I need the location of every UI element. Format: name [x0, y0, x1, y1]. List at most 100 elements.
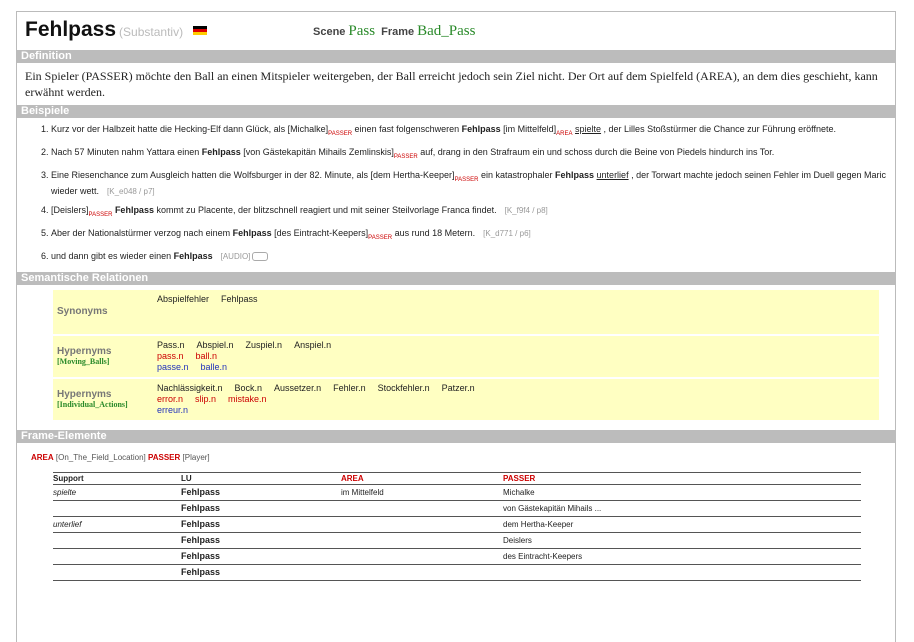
relation-term[interactable]: slip.n [195, 394, 216, 404]
fe-legend: AREA [On_The_Field_Location] PASSER [Pla… [17, 443, 895, 472]
table-cell [341, 532, 503, 549]
fe-span: [des Eintracht-Keepers] [271, 228, 369, 239]
relation-term[interactable]: error.n [157, 394, 183, 404]
relation-term[interactable]: mistake.n [228, 394, 267, 404]
relation-label-text: Hypernyms [57, 346, 112, 358]
relation-frame[interactable]: [Moving_Balls] [57, 357, 157, 366]
table-cell: spielte [53, 484, 181, 501]
relation-values: Nachlässigkeit.n Bock.n Aussetzer.n Fehler.… [157, 379, 487, 420]
relation-term[interactable]: Stockfehler.n [378, 383, 430, 393]
example-text: kommt zu Placente, der blitzschnell reag… [153, 205, 497, 216]
table-cell [503, 564, 861, 581]
table-body: spielte Fehlpass im Mittelfeld Michalke Fehl… [53, 484, 861, 581]
table-cell: Fehlpass [181, 548, 341, 565]
fe-tag: PASSER [393, 153, 418, 160]
relation-term[interactable]: Abspielfehler [157, 294, 209, 304]
example-text: Nach 57 Minuten nahm Yattara einen [51, 146, 202, 157]
table-cell: dem Hertha-Keeper [503, 516, 861, 533]
example-text: auf, drang in den Strafraum ein und scho… [417, 146, 775, 157]
frame-link[interactable]: Bad_Pass [417, 23, 475, 39]
fe-table: Support LU AREA PASSER spielte Fehlpass im Mi… [53, 471, 861, 581]
target-word: Fehlpass [232, 228, 272, 239]
fe-span: [im Mittelfeld] [503, 124, 557, 134]
example-item: Aber der Nationalstürmer verzog nach ein… [51, 227, 889, 244]
relation-term[interactable]: Fehler.n [333, 383, 366, 393]
table-row: unterlief Fehlpass dem Hertha-Keeper [53, 516, 861, 533]
section-relations: Semantische Relationen [17, 271, 895, 285]
relation-values-de: Pass.n Abspiel.n Zuspiel.n Anspiel.n [157, 340, 343, 351]
fe-name: PASSER [147, 452, 181, 462]
example-text: einen fast folgenschweren [352, 124, 462, 134]
table-cell: Deislers [503, 532, 861, 549]
table-cell: des Eintracht-Keepers [503, 548, 861, 565]
relation-term[interactable]: pass.n [157, 351, 184, 361]
relation-term[interactable]: Aussetzer.n [274, 383, 321, 393]
relation-label: Hypernyms [Individual_Actions] [53, 379, 157, 420]
lu-pos: (Substantiv) [119, 25, 184, 39]
support-verb: spielte [575, 124, 602, 134]
scene-label: Scene [313, 26, 346, 38]
audio-label: [AUDIO] [220, 251, 251, 261]
table-row: Fehlpass von Gästekapitän Mihails ... [53, 500, 861, 517]
relation-values-en: pass.n ball.n [157, 351, 343, 362]
relation-term[interactable]: Fehlpass [221, 294, 258, 304]
relation-term[interactable]: balle.n [201, 362, 228, 372]
target-word: Fehlpass [173, 250, 213, 261]
relation-values-fr: passe.n balle.n [157, 362, 343, 373]
frame-label: Frame [381, 26, 415, 38]
table-row: Fehlpass Deislers [53, 532, 861, 549]
example-text: Kurz vor der Halbzeit hatte die Hecking-… [51, 124, 288, 134]
relation-term[interactable]: Abspiel.n [197, 340, 234, 350]
example-text: , der Lilles Stoßstürmer die Chance zur … [601, 124, 836, 134]
relation-term[interactable]: Zuspiel.n [246, 340, 283, 350]
relation-label: Synonyms [53, 290, 157, 334]
table-cell [53, 532, 181, 549]
relation-term[interactable]: passe.n [157, 362, 189, 372]
relation-term[interactable]: Nachlässigkeit.n [157, 383, 223, 393]
example-item: Nach 57 Minuten nahm Yattara einen Fehlp… [51, 146, 889, 163]
table-cell [341, 564, 503, 581]
column-header: Support [53, 471, 181, 485]
relation-term[interactable]: Bock.n [235, 383, 263, 393]
example-item: [Deislers]PASSER Fehlpass kommt zu Place… [51, 204, 889, 221]
example-text: und dann gibt es wieder einen [51, 250, 174, 261]
table-cell [53, 548, 181, 565]
fe-tag: PASSER [368, 234, 393, 241]
corpus-ref[interactable]: [K_e048 / p7] [107, 187, 155, 196]
fe-span: [Deislers] [51, 205, 89, 216]
scene-frame-info: Scene Pass Frame Bad_Pass [313, 23, 481, 40]
relation-frame[interactable]: [Individual_Actions] [57, 400, 157, 409]
table-cell: Michalke [503, 484, 861, 501]
relation-row-hypernyms-moving: Hypernyms [Moving_Balls] Pass.n Abspiel.n Z… [53, 335, 879, 379]
fe-span: [von Gästekapitän Mihails Zemlinskis] [240, 146, 394, 157]
table-cell [341, 516, 503, 533]
example-text: Aber der Nationalstürmer verzog nach ein… [51, 228, 233, 239]
german-flag-icon [193, 25, 208, 35]
target-word: Fehlpass [201, 146, 241, 157]
table-cell [53, 500, 181, 517]
table-cell: Fehlpass [181, 500, 341, 517]
relation-term[interactable]: Pass.n [157, 340, 185, 350]
target-word: Fehlpass [114, 205, 154, 216]
corpus-ref[interactable]: [K_f9f4 / p8] [505, 206, 548, 215]
column-header: PASSER [503, 471, 861, 485]
relation-term[interactable]: ball.n [196, 351, 218, 361]
section-examples: Beispiele [17, 105, 895, 118]
fe-span: [dem Hertha-Keeper] [370, 169, 455, 180]
corpus-ref[interactable]: [K_d771 / p6] [483, 229, 531, 238]
relation-term[interactable]: Patzer.n [442, 383, 475, 393]
relation-values-en: error.n slip.n mistake.n [157, 394, 487, 405]
example-text: Eine Riesenchance zum Ausgleich hatten d… [51, 169, 371, 180]
fe-type: [On_The_Field_Location] [55, 452, 146, 462]
fe-type: [Player] [182, 452, 210, 462]
example-item: und dann gibt es wieder einen Fehlpass [A… [51, 250, 889, 263]
relation-term[interactable]: Anspiel.n [294, 340, 331, 350]
support-verb: unterlief [596, 169, 629, 180]
scene-link[interactable]: Pass [348, 23, 375, 39]
relation-term[interactable]: erreur.n [157, 405, 188, 415]
audio-play-button[interactable] [252, 252, 269, 262]
table-cell [53, 564, 181, 581]
section-frame-elements: Frame-Elemente [17, 429, 895, 443]
fe-span: [Michalke] [287, 124, 329, 134]
example-item: Eine Riesenchance zum Ausgleich hatten d… [51, 169, 889, 199]
